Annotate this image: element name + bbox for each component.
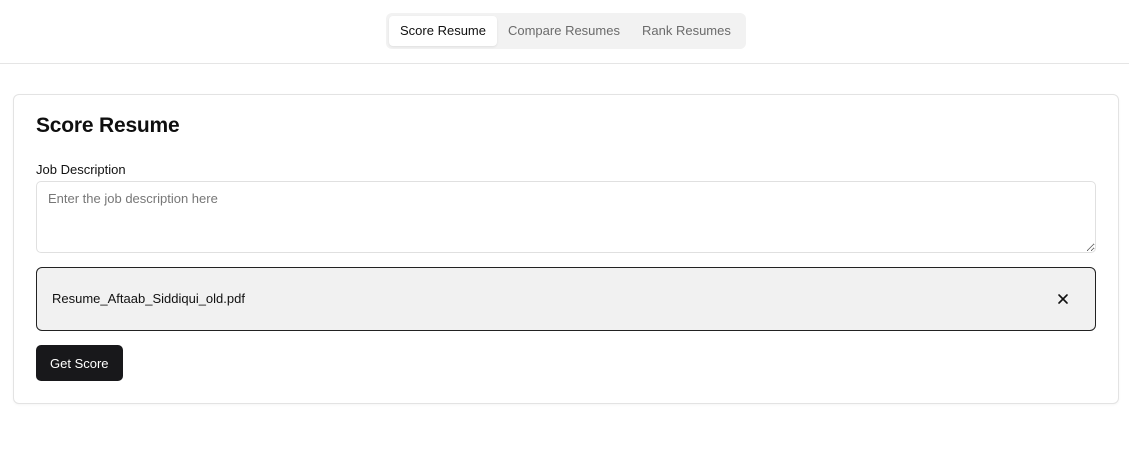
tab-rank-resumes[interactable]: Rank Resumes: [631, 16, 742, 46]
tab-compare-resumes[interactable]: Compare Resumes: [497, 16, 631, 46]
job-description-label: Job Description: [36, 162, 126, 177]
score-resume-card: Score Resume Job Description Resume_Afta…: [13, 94, 1119, 404]
page-title: Score Resume: [36, 114, 180, 137]
job-description-input[interactable]: [36, 181, 1096, 253]
top-navigation-bar: Score Resume Compare Resumes Rank Resume…: [0, 0, 1129, 64]
get-score-button[interactable]: Get Score: [36, 345, 123, 381]
uploaded-file: Resume_Aftaab_Siddiqui_old.pdf: [36, 267, 1096, 331]
close-icon-glyph: [1058, 294, 1068, 304]
close-icon[interactable]: [1054, 290, 1072, 308]
file-name: Resume_Aftaab_Siddiqui_old.pdf: [52, 291, 245, 306]
tab-score-resume[interactable]: Score Resume: [389, 16, 497, 46]
view-tabs: Score Resume Compare Resumes Rank Resume…: [386, 13, 746, 49]
